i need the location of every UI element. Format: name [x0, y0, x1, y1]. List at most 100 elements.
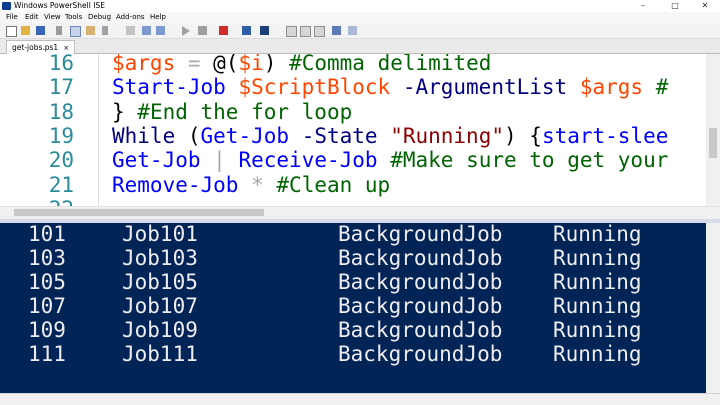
- menu-help[interactable]: Help: [150, 12, 166, 23]
- undo-icon[interactable]: [142, 26, 151, 35]
- job-type: BackgroundJob: [338, 318, 503, 342]
- paste-icon[interactable]: [86, 26, 95, 35]
- editor-horizontal-thumb[interactable]: [14, 209, 264, 216]
- job-id: 103: [28, 246, 66, 270]
- menu-tools[interactable]: Tools: [65, 12, 82, 23]
- cut-icon[interactable]: [56, 26, 62, 35]
- code-token: While: [112, 123, 176, 148]
- redo-icon[interactable]: [156, 26, 165, 35]
- line-number: 18: [48, 99, 74, 124]
- copy-icon[interactable]: [70, 26, 81, 37]
- code-token: -State: [301, 123, 378, 148]
- job-row: 103 Job103 BackgroundJob Running: [0, 246, 706, 270]
- code-line[interactable]: 20 Get-Job | Receive-Job #Make sure to ge…: [0, 148, 706, 172]
- menu-edit[interactable]: Edit: [25, 12, 39, 23]
- code-token: $ScriptBlock: [238, 75, 391, 100]
- line-number: 22: [44, 197, 74, 206]
- code-text: While (Get-Job -State "Running") {start-…: [112, 124, 668, 148]
- code-token: (: [175, 123, 201, 148]
- show-commands-icon[interactable]: [332, 26, 341, 35]
- clear-icon[interactable]: [102, 26, 108, 35]
- code-token: Receive-Job: [238, 148, 378, 173]
- menu-addons[interactable]: Add-ons: [116, 12, 145, 23]
- code-token: #Comma delimited: [289, 54, 492, 75]
- code-token: ): [263, 54, 290, 75]
- code-token: |: [213, 148, 226, 173]
- tab-close-icon[interactable]: ×: [63, 44, 69, 52]
- find-icon[interactable]: [126, 26, 135, 35]
- line-number: 17: [48, 75, 74, 100]
- code-text: Remove-Job * #Clean up: [112, 173, 390, 197]
- console-vertical-scrollbar[interactable]: [706, 223, 720, 393]
- powershell-app-icon: [2, 2, 11, 10]
- code-token: start-slee: [541, 123, 669, 148]
- code-token: *: [251, 172, 264, 197]
- code-token: $args: [579, 75, 644, 100]
- console-pane[interactable]: 101 Job101 BackgroundJob Running 103 Job103 Ba…: [0, 223, 706, 393]
- new-file-icon[interactable]: [6, 26, 17, 37]
- job-id: 101: [28, 223, 66, 246]
- maximize-button[interactable]: □: [660, 0, 690, 12]
- code-token: #Make sure to get your: [390, 148, 669, 173]
- code-text: } #End the for loop: [112, 100, 352, 124]
- code-token: Get-Job: [200, 123, 290, 148]
- editor-horizontal-scrollbar[interactable]: [0, 206, 720, 219]
- code-line[interactable]: 16 $args = @($i) #Comma delimited: [0, 54, 706, 75]
- job-state: Running: [553, 223, 642, 246]
- job-type: BackgroundJob: [338, 223, 503, 246]
- editor-scroll-thumb[interactable]: [709, 128, 717, 158]
- editor-vertical-scrollbar[interactable]: [706, 54, 720, 206]
- code-line[interactable]: 19 While (Get-Job -State "Running") {star…: [0, 124, 706, 148]
- code-line[interactable]: 18} #End the for loop: [0, 100, 706, 124]
- stop-icon[interactable]: [219, 26, 228, 35]
- script-editor[interactable]: 16 $args = @($i) #Comma delimited 17 Start-…: [0, 54, 720, 206]
- show-addons-icon[interactable]: [348, 26, 357, 35]
- job-row: 101 Job101 BackgroundJob Running: [0, 223, 706, 246]
- save-icon[interactable]: [36, 26, 45, 35]
- layout-icon[interactable]: [286, 26, 297, 37]
- job-name: Job103: [122, 246, 198, 270]
- run-script-icon[interactable]: [182, 26, 190, 36]
- job-row: 111 Job111 BackgroundJob Running: [0, 342, 706, 366]
- start-powershell-icon[interactable]: [260, 26, 269, 35]
- tab-get-jobs[interactable]: get-jobs.ps1 ×: [6, 40, 76, 54]
- close-window-button[interactable]: ✕: [690, 0, 720, 12]
- code-token: #End the for loop: [137, 99, 353, 124]
- line-number: 20: [48, 148, 74, 173]
- tab-label: get-jobs.ps1: [12, 43, 59, 52]
- menu-debug[interactable]: Debug: [88, 12, 111, 23]
- job-name: Job111: [122, 342, 198, 366]
- job-id: 109: [28, 318, 66, 342]
- run-selection-icon[interactable]: [198, 26, 207, 35]
- code-text: Get-Job | Receive-Job #Make sure to get …: [112, 148, 668, 172]
- code-token: $i: [238, 54, 264, 75]
- code-line[interactable]: 17 Start-Job $ScriptBlock -ArgumentList $…: [0, 75, 706, 99]
- menu-file[interactable]: File: [6, 12, 18, 23]
- code-line[interactable]: 21 Remove-Job * #Clean up: [0, 173, 706, 197]
- code-token: Start-Job: [112, 75, 226, 100]
- minimize-button[interactable]: –: [628, 0, 658, 12]
- code-token: -ArgumentList: [402, 75, 568, 100]
- tab-strip: get-jobs.ps1 ×: [0, 39, 720, 54]
- job-type: BackgroundJob: [338, 246, 503, 270]
- job-name: Job105: [122, 270, 198, 294]
- code-token: =: [187, 54, 201, 75]
- layout-side-icon[interactable]: [300, 26, 311, 37]
- layout-max-icon[interactable]: [314, 26, 325, 37]
- new-remote-tab-icon[interactable]: [242, 26, 251, 35]
- code-line[interactable]: 22: [0, 197, 706, 206]
- open-folder-icon[interactable]: [21, 26, 30, 35]
- job-row: 105 Job105 BackgroundJob Running: [0, 270, 706, 294]
- code-token: $args: [112, 54, 176, 75]
- code-token: "Running": [390, 123, 504, 148]
- code-token: }: [112, 99, 138, 124]
- job-id: 111: [28, 342, 66, 366]
- menu-bar: File Edit View Tools Debug Add-ons Help: [0, 12, 720, 23]
- menu-view[interactable]: View: [44, 12, 61, 23]
